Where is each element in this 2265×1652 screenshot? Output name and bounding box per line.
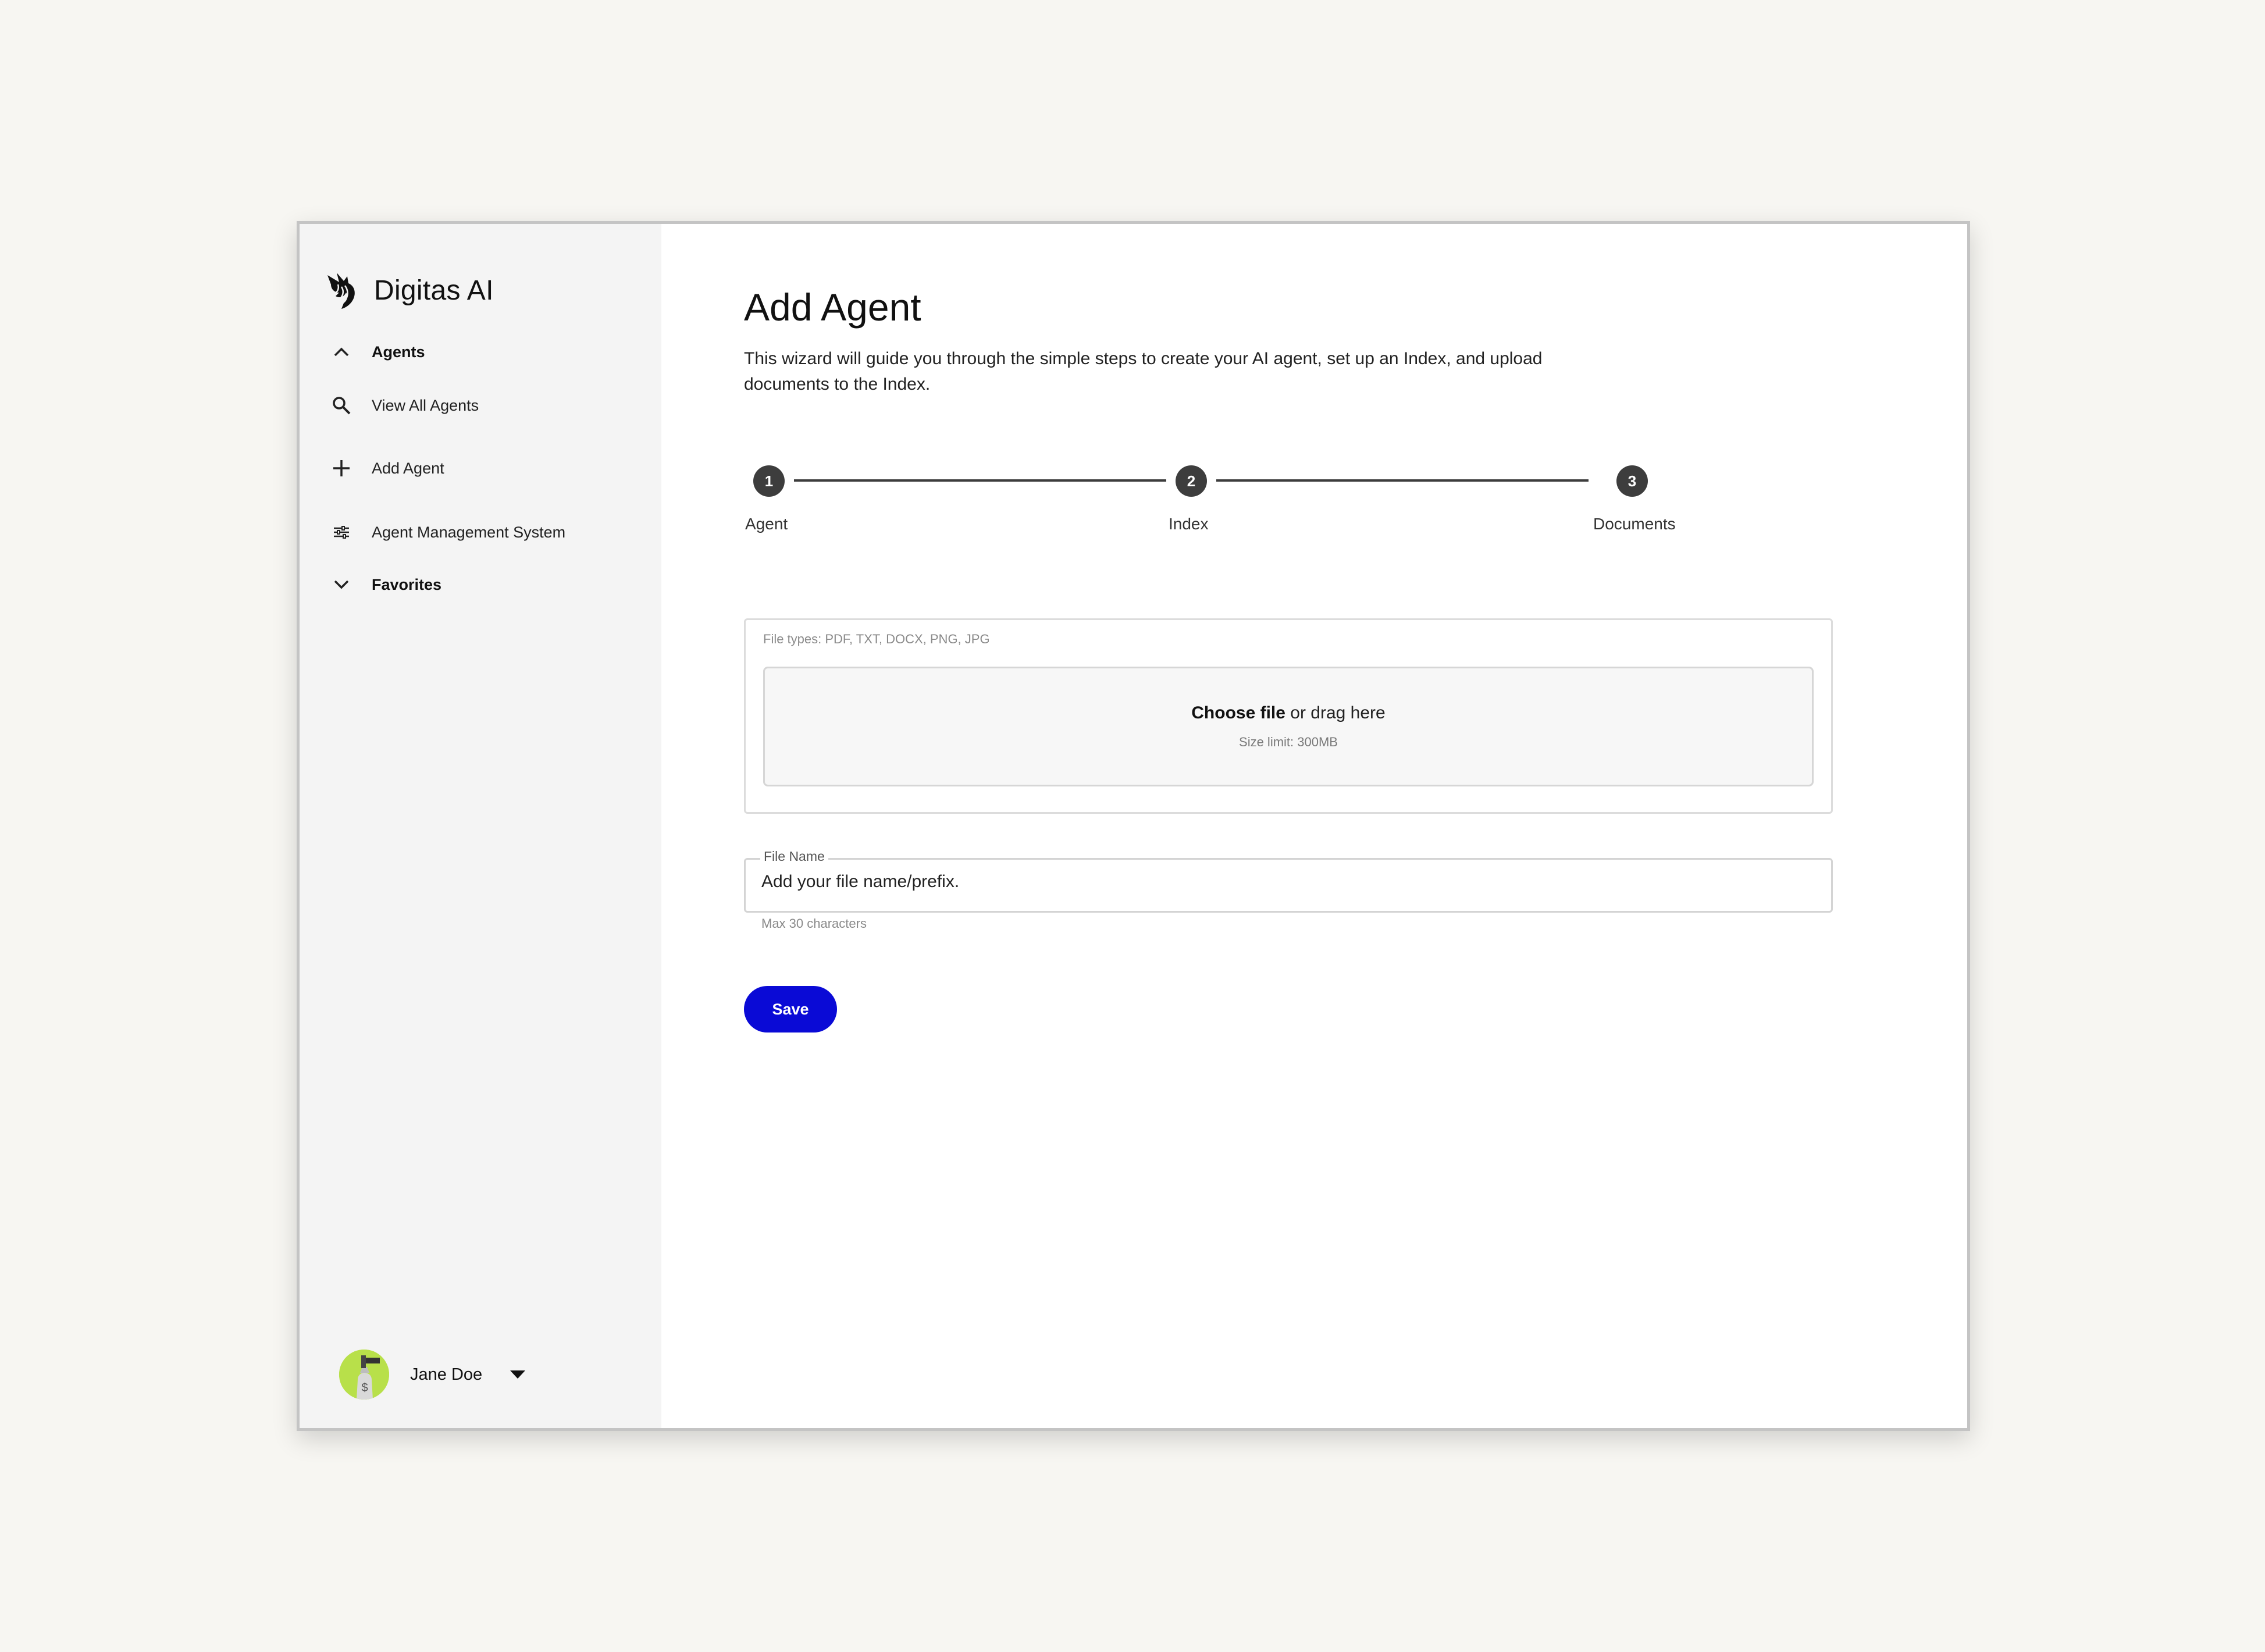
- search-icon: [330, 394, 353, 417]
- main-content: Add Agent This wizard will guide you thr…: [661, 224, 1967, 1428]
- sidebar-item-agent-management-system[interactable]: Agent Management System: [330, 521, 565, 544]
- save-button[interactable]: Save: [744, 986, 837, 1032]
- file-name-field: File Name: [744, 846, 1833, 913]
- step-2-indicator[interactable]: 2: [1176, 465, 1207, 497]
- plus-icon: [330, 457, 353, 480]
- sidebar: Digitas AI Agents View All Agents Add Ag…: [300, 224, 661, 1428]
- sidebar-item-label: Favorites: [372, 575, 442, 593]
- step-number: 3: [1627, 472, 1637, 490]
- user-menu[interactable]: $ Jane Doe: [339, 1350, 526, 1400]
- page-description: This wizard will guide you through the s…: [744, 349, 1543, 394]
- size-limit-text: Size limit: 300MB: [1239, 735, 1338, 749]
- file-name-helper: Max 30 characters: [761, 916, 867, 931]
- user-name: Jane Doe: [410, 1365, 483, 1384]
- file-name-label: File Name: [760, 849, 828, 864]
- choose-file-link[interactable]: Choose file: [1191, 703, 1285, 722]
- step-3-indicator[interactable]: 3: [1616, 465, 1648, 497]
- sidebar-item-favorites[interactable]: Favorites: [330, 573, 441, 596]
- sidebar-item-add-agent[interactable]: Add Agent: [330, 457, 444, 480]
- file-name-input[interactable]: [761, 872, 1808, 892]
- sidebar-item-label: View All Agents: [372, 396, 479, 414]
- sidebar-item-view-all-agents[interactable]: View All Agents: [330, 394, 479, 417]
- chevron-up-icon: [330, 340, 353, 364]
- file-upload-panel: File types: PDF, TXT, DOCX, PNG, JPG Cho…: [744, 618, 1833, 814]
- wizard-stepper: 1 Agent 2 Index 3 Documents: [744, 460, 1686, 533]
- step-1-label: Agent: [745, 515, 788, 533]
- chevron-down-icon: [330, 573, 353, 596]
- file-types-hint: File types: PDF, TXT, DOCX, PNG, JPG: [763, 632, 990, 646]
- sliders-icon: [330, 521, 353, 544]
- page-title: Add Agent: [744, 286, 921, 329]
- unicorn-logo-icon: [327, 273, 355, 309]
- step-1-indicator[interactable]: 1: [753, 465, 785, 497]
- sidebar-item-agents[interactable]: Agents: [330, 340, 425, 364]
- sidebar-item-label: Add Agent: [372, 459, 444, 477]
- step-connector: [794, 479, 1166, 482]
- app-window: Digitas AI Agents View All Agents Add Ag…: [297, 221, 1970, 1431]
- step-connector: [1216, 479, 1589, 482]
- brand-name: Digitas AI: [374, 275, 494, 306]
- brand[interactable]: Digitas AI: [324, 269, 494, 311]
- sidebar-item-label: Agent Management System: [372, 523, 566, 541]
- drag-here-text: or drag here: [1285, 703, 1386, 722]
- sidebar-item-label: Agents: [372, 343, 425, 361]
- money-bag-icon: $: [339, 1350, 389, 1400]
- dropzone-text: Choose file or drag here: [1191, 703, 1385, 723]
- file-dropzone[interactable]: Choose file or drag here Size limit: 300…: [763, 667, 1814, 786]
- step-number: 2: [1187, 472, 1196, 490]
- step-2-label: Index: [1169, 515, 1209, 533]
- svg-text:$: $: [361, 1382, 368, 1394]
- avatar[interactable]: $: [339, 1350, 389, 1400]
- caret-down-icon[interactable]: [510, 1370, 526, 1379]
- step-number: 1: [764, 472, 774, 490]
- step-3-label: Documents: [1593, 515, 1676, 533]
